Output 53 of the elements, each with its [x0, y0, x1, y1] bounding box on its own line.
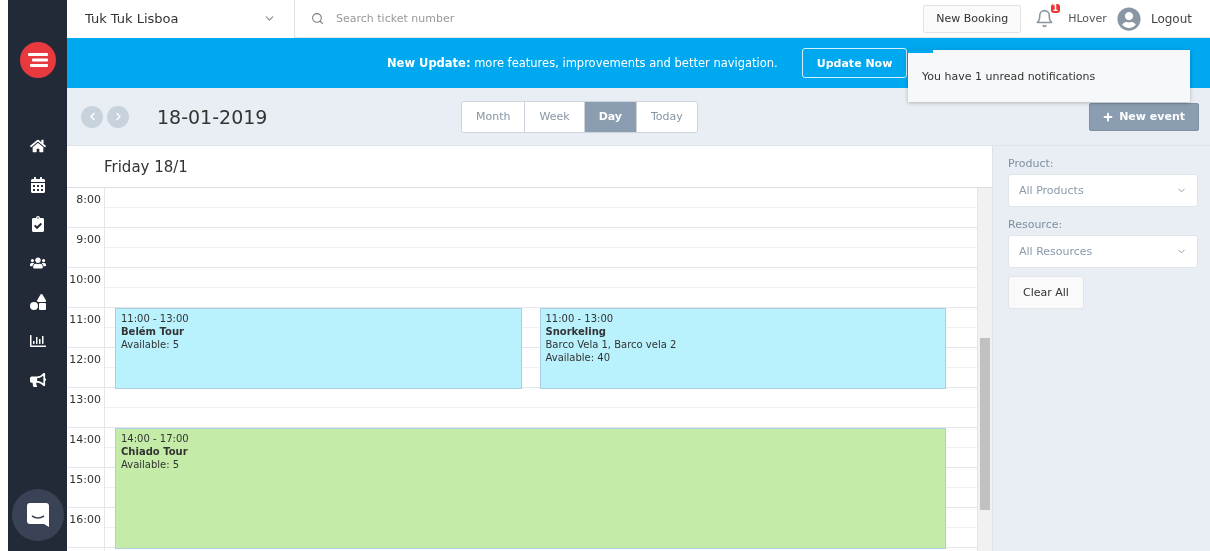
chat-button[interactable]	[11, 489, 64, 541]
logout-link[interactable]: Logout	[1150, 11, 1192, 26]
hour-label: 11:00	[69, 313, 101, 326]
view-tab[interactable]: Month	[462, 101, 525, 132]
view-tab[interactable]: Today	[636, 101, 697, 132]
resource-dropdown[interactable]: All Resources	[1008, 235, 1198, 268]
new-booking-button[interactable]: New Booking	[923, 4, 1022, 33]
day-title: Friday 18/1	[104, 157, 188, 176]
plus-icon	[1103, 111, 1114, 122]
hour-label: 14:00	[69, 433, 101, 446]
view-tab[interactable]: Week	[524, 101, 584, 132]
update-now-button[interactable]: Update Now	[801, 48, 908, 78]
event-title: Snorkeling	[545, 325, 607, 338]
event-card[interactable]: 11:00 - 13:00 Snorkeling Barco Vela 1, Barco vela 2 Available: 40	[539, 308, 946, 389]
avatar-icon[interactable]	[1116, 6, 1141, 31]
chevron-right-icon	[113, 112, 123, 121]
product-label: Product:	[1008, 157, 1055, 170]
resource-label: Resource:	[1008, 218, 1064, 231]
hour-label: 13:00	[69, 393, 101, 406]
scrollbar[interactable]	[977, 188, 992, 551]
current-date: 18-01-2019	[157, 105, 269, 128]
event-resources: Barco Vela 1, Barco vela 2	[545, 338, 678, 351]
scrollbar-thumb[interactable]	[980, 338, 990, 510]
event-time: 11:00 - 13:00	[545, 312, 615, 325]
logo-icon[interactable]	[19, 42, 56, 78]
event-availability: Available: 5	[121, 458, 181, 471]
hour-label: 12:00	[69, 353, 101, 366]
user-name: HLover	[1068, 12, 1107, 25]
clear-all-button[interactable]: Clear All	[1008, 276, 1084, 309]
view-tab[interactable]: Day	[583, 101, 636, 132]
hour-label: 8:00	[76, 193, 101, 206]
hour-label: 16:00	[69, 513, 101, 526]
event-availability: Available: 40	[545, 351, 612, 364]
search-icon	[311, 12, 324, 25]
event-title: Belém Tour	[121, 325, 185, 338]
hour-label: 10:00	[69, 273, 101, 286]
event-time: 14:00 - 17:00	[121, 432, 190, 445]
new-event-button[interactable]: New event	[1089, 102, 1199, 131]
chevron-left-icon	[87, 112, 97, 121]
event-time: 11:00 - 13:00	[121, 312, 190, 325]
event-card[interactable]: 14:00 - 17:00 Chiado Tour Available: 5	[115, 428, 946, 549]
event-availability: Available: 5	[121, 338, 181, 351]
product-dropdown[interactable]: All Products	[1008, 174, 1198, 207]
notification-count: 1	[1050, 4, 1061, 13]
event-card[interactable]: 11:00 - 13:00 Belém Tour Available: 5	[115, 308, 522, 389]
banner-text: New Update: more features, improvements and better navigation.	[387, 56, 778, 70]
event-title: Chiado Tour	[121, 445, 189, 458]
hour-label: 15:00	[69, 473, 101, 486]
company-dropdown[interactable]: Tuk Tuk Lisboa	[67, 0, 295, 38]
notification-text: You have 1 unread notifications	[922, 69, 1096, 83]
chat-bubble-icon	[26, 503, 49, 527]
hour-label: 9:00	[76, 233, 101, 246]
bell-icon[interactable]	[1035, 9, 1055, 28]
